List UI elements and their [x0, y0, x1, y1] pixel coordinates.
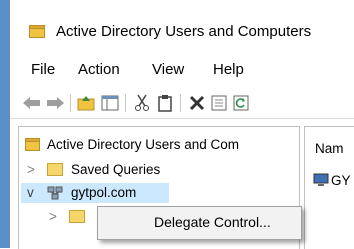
- column-header-name[interactable]: Nam: [315, 141, 344, 156]
- chevron-down-icon[interactable]: v: [27, 185, 34, 200]
- properties-icon[interactable]: [209, 93, 229, 113]
- menu-view[interactable]: View: [152, 61, 184, 78]
- details-pane[interactable]: Nam GY: [304, 126, 354, 249]
- tree-item-label: gytpol.com: [71, 185, 137, 200]
- window-title: Active Directory Users and Computers: [56, 23, 312, 40]
- list-item[interactable]: GY: [313, 171, 354, 191]
- toolbar-separator: [70, 94, 71, 112]
- toolbar: [10, 88, 354, 119]
- cut-icon[interactable]: [132, 93, 152, 113]
- delete-icon[interactable]: [187, 93, 207, 113]
- forward-arrow-icon[interactable]: [45, 93, 65, 113]
- back-arrow-icon[interactable]: [22, 93, 42, 113]
- toolbar-separator: [180, 94, 181, 112]
- menu-file[interactable]: File: [31, 61, 55, 78]
- list-item-label: GY: [331, 173, 351, 188]
- toolbar-separator: [125, 94, 126, 112]
- folder-icon: [29, 24, 45, 38]
- folder-icon: [69, 209, 85, 223]
- tree-item-domain[interactable]: v gytpol.com: [21, 183, 169, 203]
- refresh-icon[interactable]: [231, 93, 251, 113]
- folder-icon: [25, 137, 40, 151]
- menu-help[interactable]: Help: [213, 61, 244, 78]
- up-folder-icon[interactable]: [76, 93, 96, 113]
- tree-root-label: Active Directory Users and Com: [47, 137, 240, 152]
- menu-bar: File Action View Help: [10, 56, 354, 84]
- copy-icon[interactable]: [155, 93, 175, 113]
- context-menu: Delegate Control...: [97, 206, 302, 240]
- title-bar[interactable]: Active Directory Users and Computers: [10, 10, 354, 54]
- menu-item-delegate-control[interactable]: Delegate Control...: [154, 214, 271, 230]
- domain-icon: [47, 185, 63, 201]
- menu-action[interactable]: Action: [78, 61, 120, 78]
- tree-root[interactable]: Active Directory Users and Com: [25, 135, 295, 155]
- chevron-right-icon[interactable]: >: [27, 162, 35, 177]
- computer-icon: [313, 173, 329, 187]
- show-console-tree-icon[interactable]: [100, 93, 120, 113]
- tree-item-label: Saved Queries: [71, 162, 161, 177]
- tree-item-saved-queries[interactable]: > Saved Queries: [25, 160, 295, 180]
- chevron-right-icon[interactable]: >: [49, 209, 57, 224]
- folder-icon: [47, 162, 63, 176]
